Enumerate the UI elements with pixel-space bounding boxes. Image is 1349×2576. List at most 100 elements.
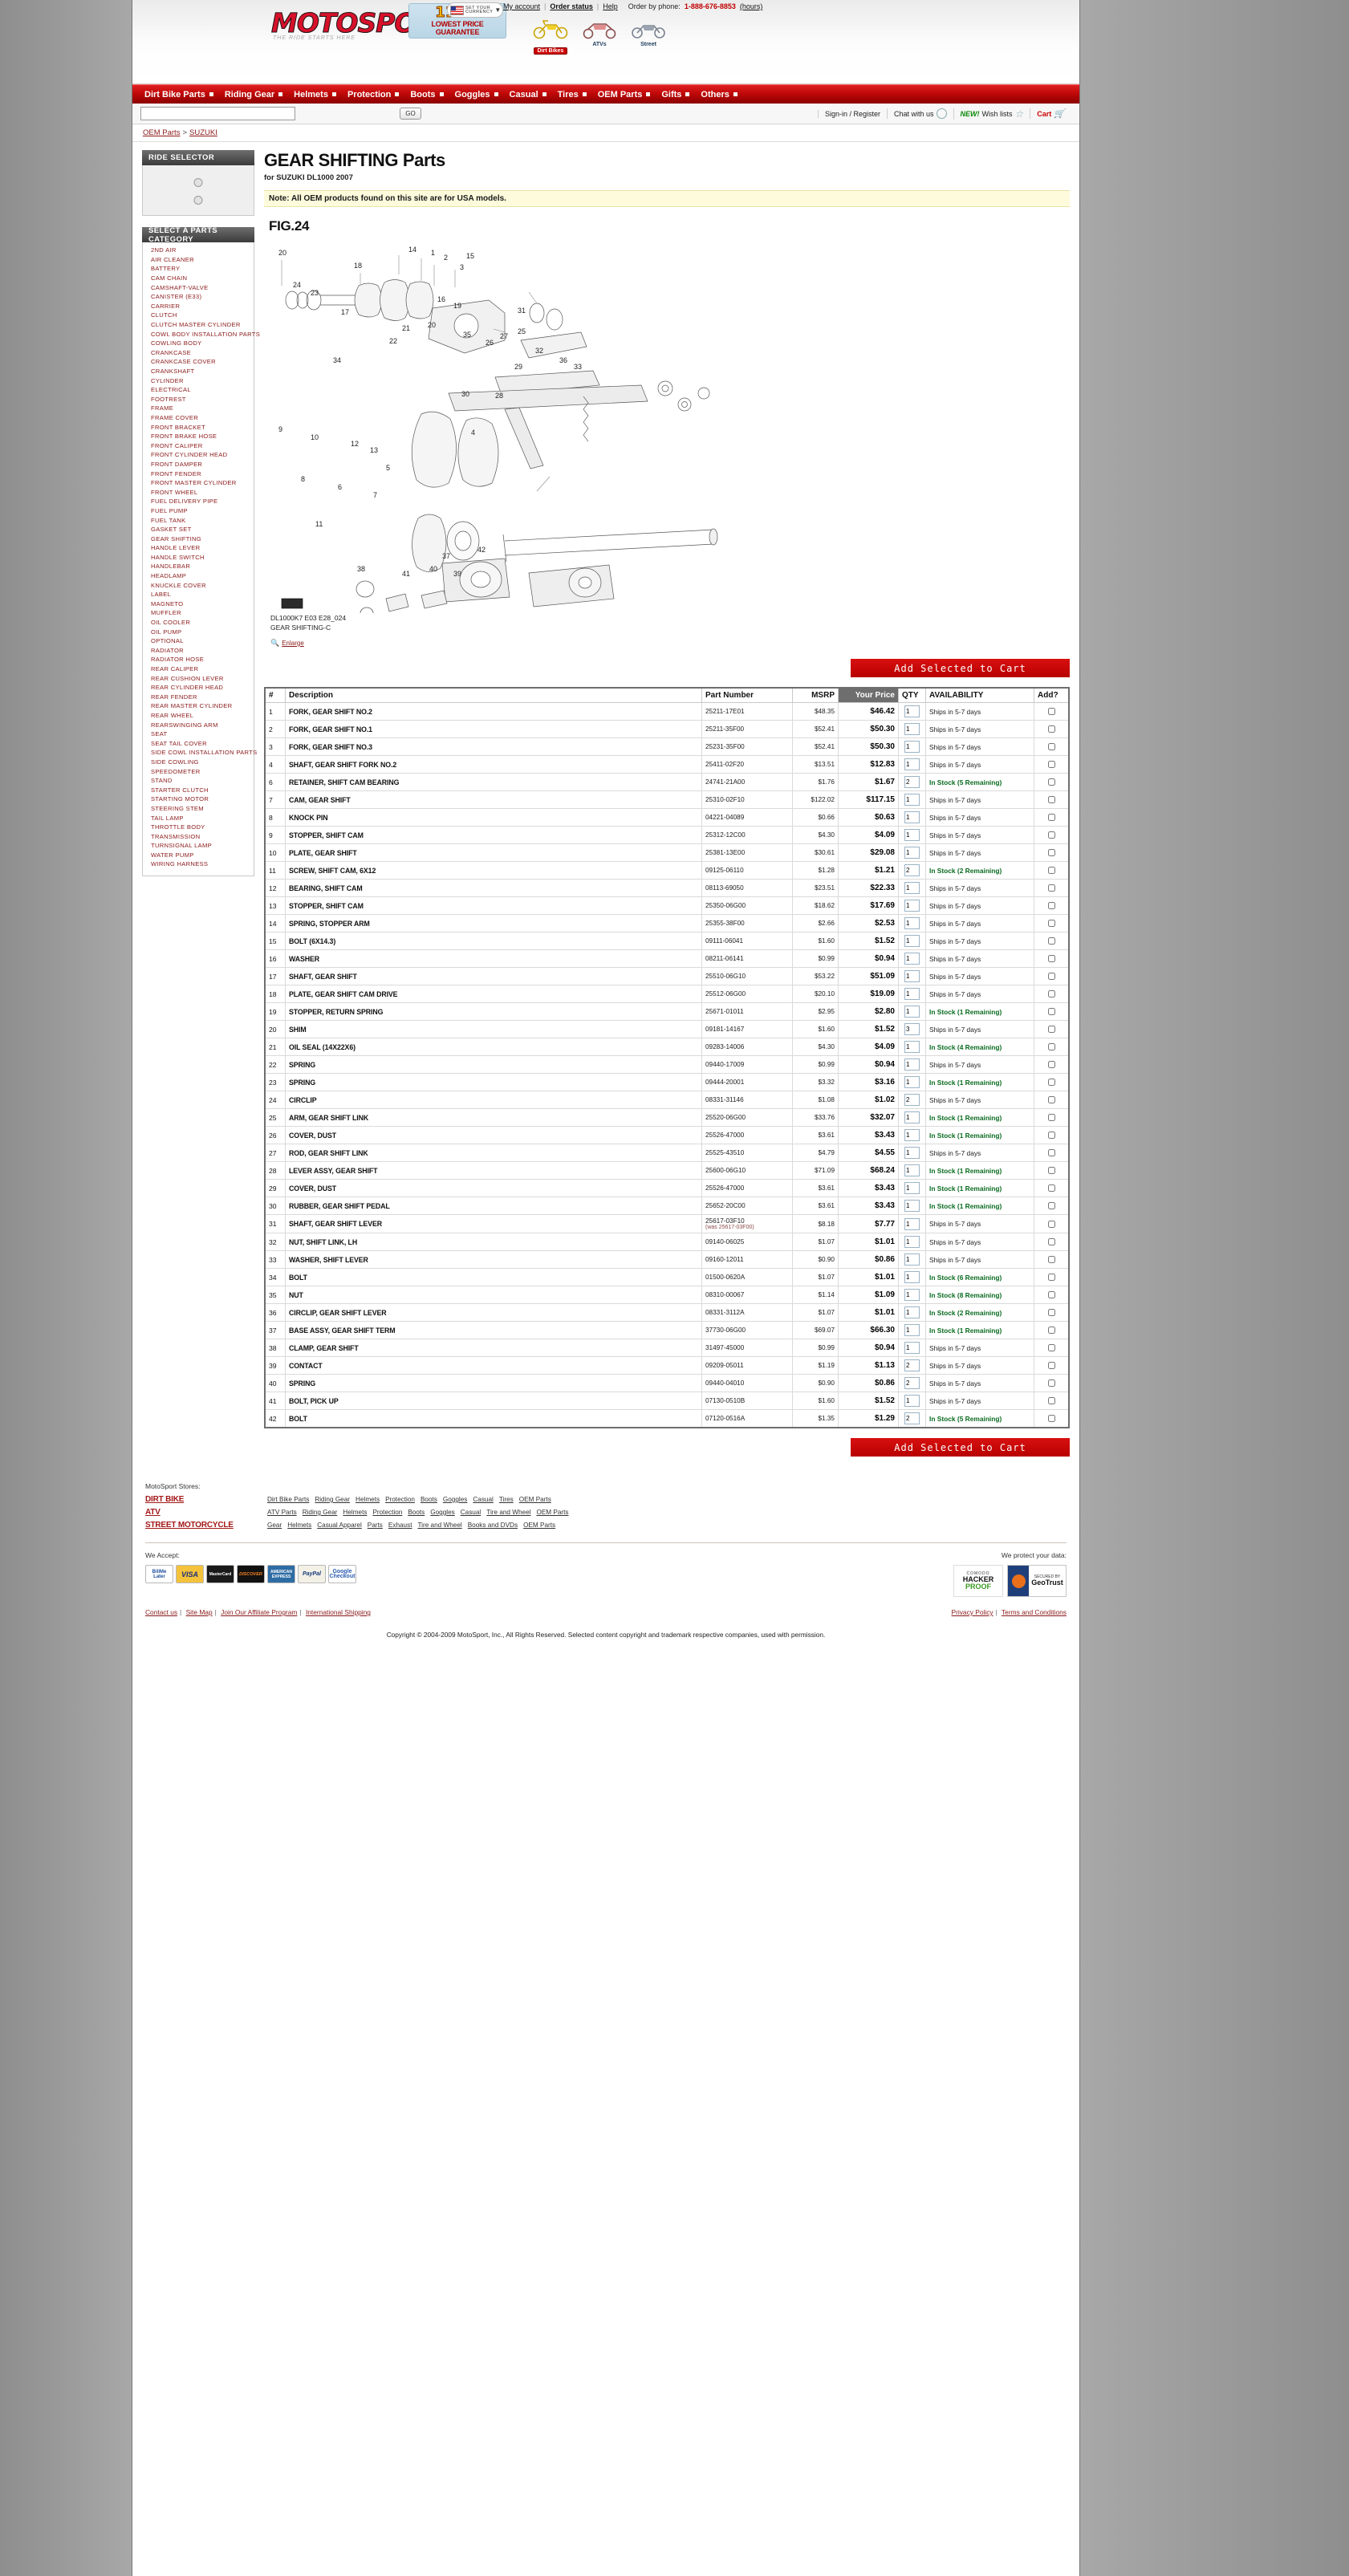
sidebar-item-battery[interactable]: BATTERY — [143, 264, 254, 274]
sidebar-item-handle-lever[interactable]: HANDLE LEVER — [143, 543, 254, 553]
sidebar-item-crankcase[interactable]: CRANKCASE — [143, 348, 254, 358]
quantity-input[interactable] — [904, 758, 920, 770]
sidebar-item-starter-clutch[interactable]: STARTER CLUTCH — [143, 785, 254, 794]
sidebar-item-cylinder[interactable]: CYLINDER — [143, 376, 254, 385]
add-checkbox[interactable] — [1048, 1309, 1055, 1316]
nav-item-boots[interactable]: Boots — [404, 90, 449, 100]
quantity-input[interactable] — [904, 1412, 920, 1424]
store-category-link[interactable]: Casual — [461, 1509, 481, 1516]
add-checkbox[interactable] — [1048, 1397, 1055, 1404]
store-category-link[interactable]: Helmets — [343, 1509, 367, 1516]
add-checkbox[interactable] — [1048, 849, 1055, 856]
add-checkbox[interactable] — [1048, 1061, 1055, 1068]
sidebar-item-gasket-set[interactable]: GASKET SET — [143, 525, 254, 534]
ride-type-atvs[interactable]: ATVs — [576, 16, 623, 56]
ride-type-dirt-bikes[interactable]: Dirt Bikes — [527, 16, 574, 56]
store-category-link[interactable]: Riding Gear — [315, 1496, 350, 1503]
store-category-link[interactable]: Gear — [267, 1522, 282, 1529]
sidebar-item-frame[interactable]: FRAME — [143, 404, 254, 413]
quantity-input[interactable] — [904, 1217, 920, 1230]
add-checkbox[interactable] — [1048, 902, 1055, 909]
quantity-input[interactable] — [904, 970, 920, 982]
sidebar-item-knuckle-cover[interactable]: KNUCKLE COVER — [143, 580, 254, 590]
currency-selector[interactable]: SET YOUR CURRENCY ▼ — [447, 2, 503, 18]
sidebar-item-front-master-cylinder[interactable]: FRONT MASTER CYLINDER — [143, 478, 254, 488]
sidebar-item-clutch-master-cylinder[interactable]: CLUTCH MASTER CYLINDER — [143, 320, 254, 330]
add-checkbox[interactable] — [1048, 867, 1055, 874]
store-name-link[interactable]: STREET MOTORCYCLE — [145, 1521, 267, 1530]
contact-us-link[interactable]: Contact us — [145, 1608, 177, 1616]
nav-item-others[interactable]: Others — [695, 90, 742, 100]
signin-register-link[interactable]: Sign-in / Register — [817, 109, 887, 118]
sidebar-item-rearswinging-arm[interactable]: REARSWINGING ARM — [143, 720, 254, 729]
sidebar-item-front-brake-hose[interactable]: FRONT BRAKE HOSE — [143, 432, 254, 441]
ride-selector-panel[interactable] — [142, 165, 254, 216]
add-checkbox[interactable] — [1048, 1167, 1055, 1174]
quantity-input[interactable] — [904, 1236, 920, 1248]
add-checkbox[interactable] — [1048, 725, 1055, 733]
quantity-input[interactable] — [904, 1253, 920, 1266]
nav-item-helmets[interactable]: Helmets — [288, 90, 342, 100]
sidebar-item-headlamp[interactable]: HEADLAMP — [143, 571, 254, 581]
add-checkbox[interactable] — [1048, 1026, 1055, 1033]
sidebar-item-wiring-harness[interactable]: WIRING HARNESS — [143, 859, 254, 869]
quantity-input[interactable] — [904, 935, 920, 947]
store-category-link[interactable]: OEM Parts — [536, 1509, 568, 1516]
sidebar-item-air-cleaner[interactable]: AIR CLEANER — [143, 255, 254, 265]
nav-item-riding-gear[interactable]: Riding Gear — [219, 90, 288, 100]
sidebar-item-tail-lamp[interactable]: TAIL LAMP — [143, 813, 254, 823]
quantity-input[interactable] — [904, 953, 920, 965]
quantity-input[interactable] — [904, 1377, 920, 1389]
quantity-input[interactable] — [904, 1271, 920, 1283]
sidebar-item-oil-cooler[interactable]: OIL COOLER — [143, 618, 254, 628]
add-checkbox[interactable] — [1048, 1220, 1055, 1228]
nav-item-gifts[interactable]: Gifts — [656, 90, 695, 100]
sidebar-item-2nd-air[interactable]: 2ND AIR — [143, 246, 254, 255]
store-category-link[interactable]: OEM Parts — [523, 1522, 555, 1529]
sidebar-item-canister-e33[interactable]: CANISTER (E33) — [143, 292, 254, 302]
add-checkbox[interactable] — [1048, 708, 1055, 715]
sidebar-item-starting-motor[interactable]: STARTING MOTOR — [143, 794, 254, 804]
sidebar-item-crankcase-cover[interactable]: CRANKCASE COVER — [143, 357, 254, 367]
nav-item-goggles[interactable]: Goggles — [449, 90, 504, 100]
add-checkbox[interactable] — [1048, 1079, 1055, 1086]
add-checkbox[interactable] — [1048, 1362, 1055, 1369]
quantity-input[interactable] — [904, 776, 920, 788]
quantity-input[interactable] — [904, 1200, 920, 1212]
hours-link[interactable]: (hours) — [740, 2, 763, 10]
my-account-link[interactable]: My account — [503, 2, 540, 10]
store-category-link[interactable]: Boots — [408, 1509, 425, 1516]
quantity-input[interactable] — [904, 705, 920, 717]
quantity-input[interactable] — [904, 829, 920, 841]
store-category-link[interactable]: Parts — [368, 1522, 383, 1529]
store-category-link[interactable]: Casual — [473, 1496, 494, 1503]
sidebar-item-carrier[interactable]: CARRIER — [143, 302, 254, 311]
quantity-input[interactable] — [904, 900, 920, 912]
quantity-input[interactable] — [904, 882, 920, 894]
add-checkbox[interactable] — [1048, 1238, 1055, 1245]
quantity-input[interactable] — [904, 1094, 920, 1106]
store-category-link[interactable]: Exhaust — [388, 1522, 412, 1529]
sidebar-item-camshaft-valve[interactable]: CAMSHAFT-VALVE — [143, 282, 254, 292]
quantity-input[interactable] — [904, 917, 920, 929]
sidebar-item-rear-caliper[interactable]: REAR CALIPER — [143, 664, 254, 674]
quantity-input[interactable] — [904, 811, 920, 823]
add-checkbox[interactable] — [1048, 1256, 1055, 1263]
add-checkbox[interactable] — [1048, 1114, 1055, 1121]
store-category-link[interactable]: Protection — [372, 1509, 402, 1516]
sidebar-item-fuel-delivery-pipe[interactable]: FUEL DELIVERY PIPE — [143, 497, 254, 506]
quantity-input[interactable] — [904, 1076, 920, 1088]
search-input[interactable] — [140, 107, 295, 120]
sidebar-item-cowling-body[interactable]: COWLING BODY — [143, 339, 254, 348]
cart-link[interactable]: Cart 🛒 — [1030, 108, 1071, 119]
sidebar-item-clutch[interactable]: CLUTCH — [143, 311, 254, 320]
add-checkbox[interactable] — [1048, 778, 1055, 786]
sidebar-item-electrical[interactable]: ELECTRICAL — [143, 385, 254, 395]
add-checkbox[interactable] — [1048, 1008, 1055, 1015]
sidebar-item-radiator-hose[interactable]: RADIATOR HOSE — [143, 655, 254, 664]
sidebar-item-frame-cover[interactable]: FRAME COVER — [143, 413, 254, 423]
sidebar-item-optional[interactable]: OPTIONAL — [143, 636, 254, 646]
nav-item-oem-parts[interactable]: OEM Parts — [592, 90, 656, 100]
sidebar-item-cowl-body-installation-parts[interactable]: COWL BODY INSTALLATION PARTS — [143, 329, 260, 339]
sidebar-item-steering-stem[interactable]: STEERING STEM — [143, 804, 254, 814]
